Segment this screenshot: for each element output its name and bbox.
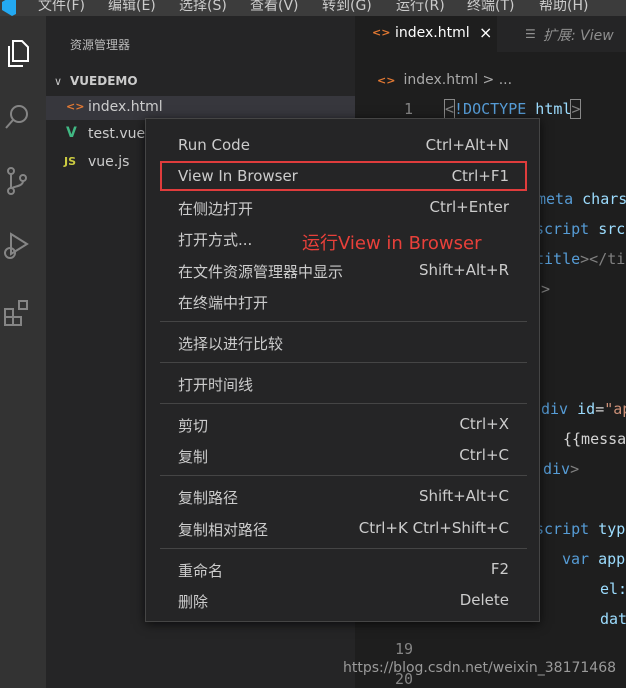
menu-item-shortcut: Ctrl+Enter [429, 198, 509, 216]
line-number: 1 [403, 100, 413, 118]
extension-tab-icon: ☰ [525, 27, 536, 41]
breadcrumb-text: index.html > ... [403, 72, 513, 88]
menu-item-label: 打开时间线 [178, 376, 254, 394]
menu-item-open-in-terminal[interactable]: 在终端中打开 [160, 286, 527, 316]
menu-item-view-in-browser[interactable]: View In Browser Ctrl+F1 [160, 161, 527, 191]
code-line-div: div id="ap [541, 400, 626, 418]
menu-item-label: 复制路径 [178, 489, 239, 507]
menu-item-shortcut: Ctrl+C [459, 446, 509, 464]
file-name: test.vue [88, 126, 146, 142]
menu-item-label: 在终端中打开 [178, 294, 269, 312]
menu-separator [160, 362, 527, 363]
tab-label: 扩展: View [543, 28, 614, 44]
menu-separator [160, 403, 527, 404]
tab-index-html[interactable]: <> index.html × [355, 16, 497, 52]
menu-item-label: 复制相对路径 [178, 521, 269, 539]
menu-item-shortcut: Shift+Alt+R [419, 261, 509, 279]
menu-item-label: View In Browser [178, 167, 298, 185]
menu-item-label: 重命名 [178, 562, 224, 580]
menu-item-shortcut: Ctrl+X [459, 415, 509, 433]
code-line-meta: meta chars [537, 190, 626, 208]
html-file-icon: <> [377, 74, 396, 87]
chevron-down-icon: ∨ [54, 75, 63, 88]
menu-file[interactable]: 文件(F) [38, 0, 85, 15]
code-line-close: > [541, 280, 551, 298]
code-line-var: var app [562, 550, 626, 568]
activity-bar [0, 16, 46, 688]
menu-item-label: 在侧边打开 [178, 200, 254, 218]
editor-tabs: <> index.html × ☰ 扩展: View [355, 16, 626, 52]
html-file-icon: <> [372, 26, 391, 39]
menu-item-shortcut: Ctrl+F1 [451, 167, 509, 185]
menu-edit[interactable]: 编辑(E) [108, 0, 156, 15]
menu-run[interactable]: 运行(R) [396, 0, 445, 15]
menu-item-run-code[interactable]: Run Code Ctrl+Alt+N [160, 130, 527, 160]
menu-item-select-for-compare[interactable]: 选择以进行比较 [160, 327, 527, 357]
source-control-icon[interactable] [0, 164, 34, 198]
code-line-1: <!DOCTYPE html> [443, 99, 582, 119]
menu-item-label: 选择以进行比较 [178, 335, 284, 353]
tab-extension-view[interactable]: ☰ 扩展: View [497, 16, 626, 52]
annotation-text: 运行View in Browser [302, 233, 482, 254]
menu-selection[interactable]: 选择(S) [179, 0, 227, 15]
menu-item-copy[interactable]: 复制 Ctrl+C [160, 440, 527, 470]
menu-item-open-to-side[interactable]: 在侧边打开 Ctrl+Enter [160, 192, 527, 222]
menu-item-open-timeline[interactable]: 打开时间线 [160, 368, 527, 398]
menu-item-shortcut: Ctrl+Alt+N [425, 136, 509, 154]
file-item-index-html[interactable]: <> index.html [46, 96, 355, 120]
menu-separator [160, 321, 527, 322]
menu-item-label: 剪切 [178, 417, 209, 435]
menu-item-delete[interactable]: 删除 Delete [160, 585, 527, 615]
code-line-div-close: div> [543, 460, 580, 478]
code-line-data: dat [600, 610, 626, 628]
menu-item-shortcut: Shift+Alt+C [418, 487, 509, 505]
menu-item-label: Run Code [178, 136, 250, 154]
html-file-icon: <> [66, 100, 85, 113]
menu-item-cut[interactable]: 剪切 Ctrl+X [160, 409, 527, 439]
code-line-el: el: [600, 580, 626, 598]
menu-item-label: 复制 [178, 448, 209, 466]
extensions-icon[interactable] [0, 296, 34, 330]
search-icon[interactable] [0, 100, 34, 134]
menu-item-copy-path[interactable]: 复制路径 Shift+Alt+C [160, 481, 527, 511]
file-name: index.html [88, 99, 163, 115]
folder-vuedemo[interactable]: ∨ VUEDEMO [46, 71, 355, 93]
menu-item-shortcut: F2 [490, 560, 509, 578]
context-menu: Run Code Ctrl+Alt+N View In Browser Ctrl… [145, 118, 540, 622]
folder-label: VUEDEMO [70, 74, 138, 88]
code-line-script: script src [535, 220, 626, 238]
menu-separator [160, 548, 527, 549]
code-line-title: title></ti [535, 250, 626, 268]
menu-item-label: 在文件资源管理器中显示 [178, 263, 344, 281]
close-icon[interactable]: × [479, 23, 492, 42]
vscode-logo-icon [2, 0, 16, 16]
menu-item-label: 删除 [178, 593, 209, 611]
menu-item-shortcut: Delete [459, 591, 509, 609]
menu-bar: 文件(F) 编辑(E) 选择(S) 查看(V) 转到(G) 运行(R) 终端(T… [0, 0, 626, 16]
breadcrumb[interactable]: <> index.html > ... [377, 72, 512, 88]
menu-item-reveal-in-explorer[interactable]: 在文件资源管理器中显示 Shift+Alt+R [160, 255, 527, 285]
menu-go[interactable]: 转到(G) [322, 0, 372, 15]
menu-help[interactable]: 帮助(H) [539, 0, 588, 15]
menu-terminal[interactable]: 终端(T) [467, 0, 514, 15]
tab-label: index.html [395, 25, 470, 41]
menu-item-rename[interactable]: 重命名 F2 [160, 554, 527, 584]
vue-file-icon: V [66, 125, 77, 141]
menu-view[interactable]: 查看(V) [250, 0, 299, 15]
menu-separator [160, 475, 527, 476]
js-file-icon: JS [64, 155, 77, 168]
watermark: https://blog.csdn.net/weixin_38171468 [343, 660, 617, 676]
run-debug-icon[interactable] [0, 228, 34, 262]
menu-item-copy-relative-path[interactable]: 复制相对路径 Ctrl+K Ctrl+Shift+C [160, 513, 527, 543]
menu-item-shortcut: Ctrl+K Ctrl+Shift+C [358, 519, 509, 537]
explorer-title: 资源管理器 [70, 38, 131, 52]
file-name: vue.js [88, 154, 130, 170]
menu-item-label: 打开方式... [178, 231, 253, 249]
code-line-mustache: {{messa [563, 430, 626, 448]
explorer-icon[interactable] [0, 36, 34, 70]
line-number: 19 [394, 640, 413, 658]
code-line-script2: script typ [535, 520, 626, 538]
